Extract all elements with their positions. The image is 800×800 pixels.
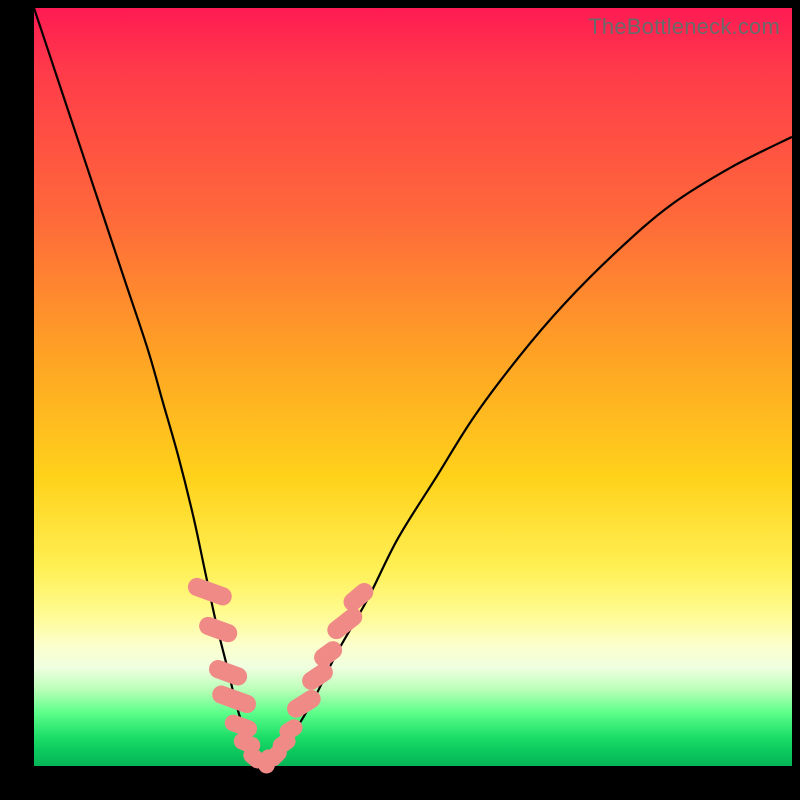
plot-area: TheBottleneck.com — [34, 8, 792, 766]
curve-marker — [197, 614, 240, 645]
curve-marker — [340, 579, 377, 614]
curve-marker — [206, 657, 249, 688]
bottleneck-curve — [34, 8, 792, 762]
curve-svg — [34, 8, 792, 766]
chart-frame: TheBottleneck.com — [0, 0, 800, 800]
curve-markers — [185, 575, 377, 775]
curve-marker — [185, 575, 234, 608]
curve-marker — [210, 683, 259, 716]
